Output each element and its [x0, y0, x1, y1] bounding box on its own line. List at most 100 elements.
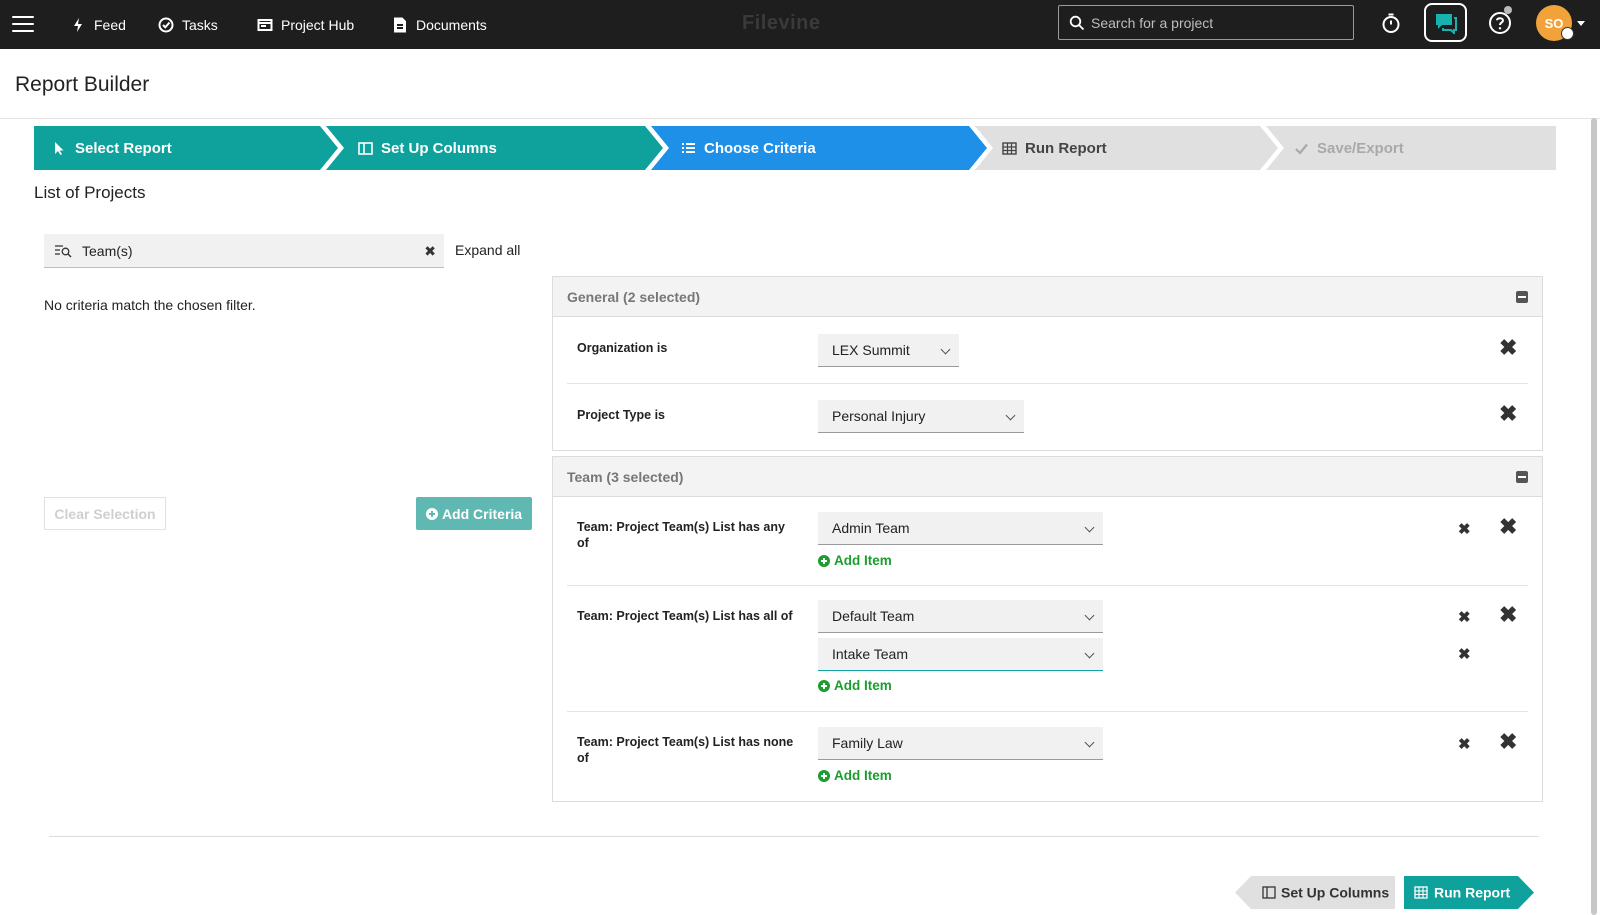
collapse-icon[interactable] — [1516, 291, 1528, 303]
remove-item-icon[interactable]: ✖ — [1458, 522, 1471, 537]
step-save-export: Save/Export — [1294, 126, 1404, 170]
select-value: Intake Team — [832, 646, 909, 662]
project-search-input[interactable]: Search for a project — [1058, 5, 1354, 40]
check-icon — [1295, 143, 1308, 155]
report-subtitle: List of Projects — [34, 183, 146, 202]
remove-item-icon[interactable]: ✖ — [1458, 737, 1471, 752]
remove-criteria-icon[interactable]: ✖ — [1499, 604, 1517, 626]
clear-selection-button[interactable]: Clear Selection — [44, 497, 166, 530]
team-select[interactable]: Family Law — [818, 727, 1103, 760]
add-criteria-label: Add Criteria — [441, 505, 523, 522]
chevron-down-icon — [940, 344, 951, 355]
step-label: Run Report — [1025, 139, 1107, 157]
criteria-row: Organization is LEX Summit ✖ — [567, 317, 1528, 384]
add-item-label: Add Item — [834, 678, 892, 693]
criteria-label: Team: Project Team(s) List has none of — [577, 735, 794, 765]
chevron-down-icon — [1084, 522, 1095, 533]
brand-logo: Filevine — [742, 12, 821, 34]
next-step-label: Run Report — [1434, 885, 1511, 901]
nav-feed-label: Feed — [94, 16, 126, 33]
page-title: Report Builder — [15, 73, 150, 96]
chat-button[interactable] — [1424, 3, 1467, 42]
no-match-message: No criteria match the chosen filter. — [44, 297, 256, 313]
step-set-up-columns[interactable]: Set Up Columns — [358, 126, 497, 170]
remove-item-icon[interactable]: ✖ — [1458, 610, 1471, 625]
criteria-label: Organization is — [577, 341, 668, 355]
table-icon — [1002, 141, 1017, 155]
criteria-row: Team: Project Team(s) List has any of Ad… — [567, 497, 1528, 586]
next-step-button[interactable]: Run Report — [1404, 876, 1534, 909]
columns-icon — [358, 141, 373, 155]
criteria-row: Team: Project Team(s) List has none of F… — [567, 712, 1528, 801]
add-item-link[interactable]: Add Item — [818, 678, 892, 693]
notification-dot — [1504, 6, 1512, 14]
nav-tasks-label: Tasks — [182, 16, 218, 33]
team-panel-header[interactable]: Team (3 selected) — [553, 457, 1542, 497]
menu-icon[interactable] — [12, 13, 34, 35]
add-circle-icon — [818, 679, 830, 692]
add-item-link[interactable]: Add Item — [818, 768, 892, 783]
remove-criteria-icon[interactable]: ✖ — [1499, 403, 1517, 425]
plus-circle-icon — [425, 507, 438, 520]
step-label: Select Report — [75, 139, 172, 157]
step-run-report[interactable]: Run Report — [1002, 126, 1107, 170]
lightning-icon — [74, 17, 82, 32]
chat-icon — [1435, 13, 1457, 34]
remove-criteria-icon[interactable]: ✖ — [1499, 516, 1517, 538]
remove-item-icon[interactable]: ✖ — [1458, 647, 1471, 662]
criteria-label: Team: Project Team(s) List has any of — [577, 520, 785, 550]
collapse-icon[interactable] — [1516, 471, 1528, 483]
expand-all-link[interactable]: Expand all — [455, 242, 520, 258]
team-select[interactable]: Intake Team — [818, 638, 1103, 671]
list-icon — [682, 142, 695, 153]
status-icon — [1561, 27, 1574, 40]
add-item-label: Add Item — [834, 768, 892, 783]
select-value: LEX Summit — [832, 342, 910, 358]
search-icon — [1069, 15, 1085, 31]
add-item-link[interactable]: Add Item — [818, 553, 892, 568]
team-panel-title: Team (3 selected) — [567, 468, 684, 485]
step-choose-criteria[interactable]: Choose Criteria — [681, 126, 816, 170]
remove-criteria-icon[interactable]: ✖ — [1499, 731, 1517, 753]
nav-feed[interactable]: Feed — [70, 0, 126, 49]
timer-icon[interactable] — [1376, 8, 1406, 38]
page-scrollbar[interactable] — [1591, 118, 1597, 915]
avatar-dropdown-icon[interactable] — [1577, 21, 1585, 26]
avatar-initials: SO — [1544, 15, 1564, 31]
document-icon — [394, 17, 406, 32]
project-type-select[interactable]: Personal Injury — [818, 400, 1024, 433]
check-circle-icon — [158, 17, 174, 32]
criteria-filter-input[interactable]: Team(s) ✖ — [44, 234, 444, 268]
chevron-down-icon — [1005, 410, 1016, 421]
team-criteria-panel: Team (3 selected) Team: Project Team(s) … — [552, 456, 1543, 802]
add-criteria-button[interactable]: Add Criteria — [416, 497, 532, 530]
step-select-report[interactable]: Select Report — [52, 126, 172, 170]
nav-project-hub-label: Project Hub — [281, 16, 355, 33]
general-panel-title: General (2 selected) — [567, 288, 701, 305]
general-criteria-panel: General (2 selected) Organization is LEX… — [552, 276, 1543, 451]
step-label: Set Up Columns — [381, 139, 497, 157]
general-panel-header[interactable]: General (2 selected) — [553, 277, 1542, 317]
section-divider — [49, 836, 1539, 837]
step-label: Save/Export — [1317, 139, 1404, 157]
organization-select[interactable]: LEX Summit — [818, 334, 959, 367]
top-navbar: Feed Tasks Project Hub Documents Filevin… — [0, 0, 1600, 49]
step-label: Choose Criteria — [704, 139, 816, 157]
search-placeholder: Search for a project — [1091, 14, 1214, 31]
prev-step-button[interactable]: Set Up Columns — [1235, 876, 1395, 909]
filter-value: Team(s) — [82, 242, 133, 259]
page-header: Report Builder — [0, 49, 1600, 119]
nav-project-hub[interactable]: Project Hub — [257, 0, 354, 49]
criteria-row: Project Type is Personal Injury ✖ — [567, 384, 1528, 450]
remove-criteria-icon[interactable]: ✖ — [1499, 337, 1517, 359]
clear-filter-icon[interactable]: ✖ — [424, 243, 436, 260]
team-select[interactable]: Default Team — [818, 600, 1103, 633]
nav-documents[interactable]: Documents — [392, 0, 487, 49]
criteria-label: Team: Project Team(s) List has all of — [577, 609, 793, 623]
team-select[interactable]: Admin Team — [818, 512, 1103, 545]
select-value: Family Law — [832, 735, 903, 751]
chevron-down-icon — [1084, 610, 1095, 621]
project-hub-icon — [257, 18, 273, 31]
chevron-down-icon — [1084, 737, 1095, 748]
nav-tasks[interactable]: Tasks — [158, 0, 218, 49]
